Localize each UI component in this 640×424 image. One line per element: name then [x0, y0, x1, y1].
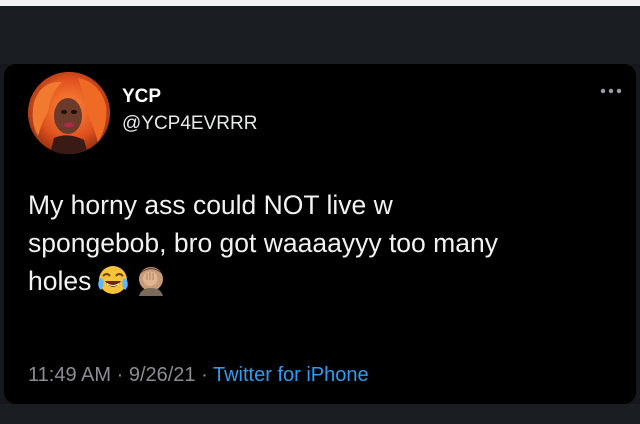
bottom-background-band: [0, 404, 640, 424]
display-name[interactable]: YCP: [122, 86, 161, 108]
meta-separator: ·: [201, 364, 208, 386]
more-dots-icon[interactable]: [598, 84, 624, 98]
avatar[interactable]: [28, 72, 110, 154]
tweet-source-link[interactable]: Twitter for iPhone: [213, 364, 369, 386]
user-handle[interactable]: @YCP4EVRRR: [122, 113, 257, 135]
tweet-meta: 11:49 AM · 9/26/21 · Twitter for iPhone: [28, 363, 369, 387]
tweet-text-line: My horny ass could NOT live w: [28, 190, 393, 220]
tweet-text: My horny ass could NOT live w spongebob,…: [28, 186, 628, 300]
face-with-tears-of-joy-icon: [98, 266, 129, 294]
avatar-image: [28, 72, 110, 154]
face-palm-icon: [139, 267, 164, 296]
top-background-band: [0, 6, 640, 64]
tweet-card: YCP @YCP4EVRRR My horny ass could NOT li…: [4, 64, 636, 404]
tweet-text-line-with-emoji: holes: [28, 262, 628, 300]
tweet-time[interactable]: 11:49 AM: [28, 364, 111, 386]
tweet-date[interactable]: 9/26/21: [129, 364, 196, 386]
tweet-text-line: spongebob, bro got waaaayyy too many: [28, 228, 498, 258]
tweet-text-line: holes: [28, 266, 92, 296]
meta-separator: ·: [116, 364, 124, 386]
